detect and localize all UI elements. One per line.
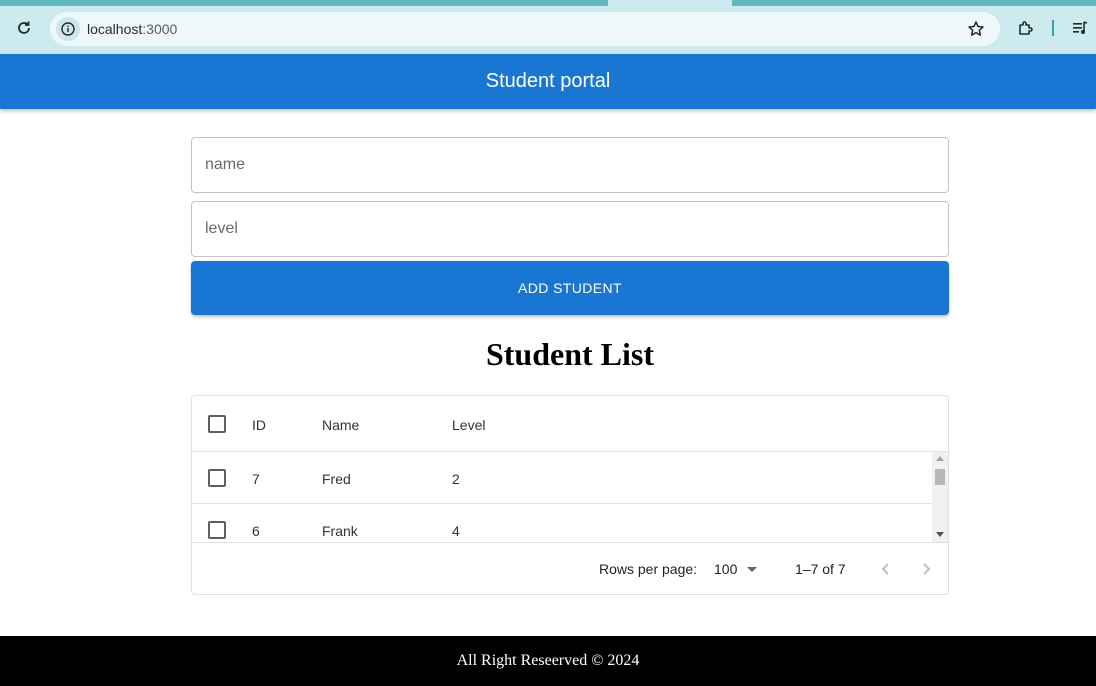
rows-per-page-label: Rows per page: bbox=[599, 561, 698, 577]
active-tab[interactable] bbox=[608, 0, 732, 6]
star-icon[interactable] bbox=[966, 19, 986, 39]
table-row[interactable]: 6 Frank 4 bbox=[192, 504, 932, 542]
level-field[interactable] bbox=[191, 201, 949, 257]
copyright-text: All Right Reseerved © 2024 bbox=[456, 652, 640, 669]
media-control-icon[interactable] bbox=[1070, 18, 1090, 38]
app-bar: Student portal bbox=[0, 54, 1096, 109]
grid-scrollbar[interactable] bbox=[932, 452, 948, 542]
student-list-title: Student List bbox=[485, 336, 655, 372]
row-level: 4 bbox=[452, 523, 460, 539]
scroll-down-arrow-icon[interactable] bbox=[936, 532, 944, 537]
name-input[interactable] bbox=[192, 138, 948, 192]
table-row[interactable]: 7 Fred 2 bbox=[192, 452, 932, 504]
chevron-right-icon bbox=[923, 563, 931, 575]
tab-strip bbox=[0, 0, 1096, 6]
grid-header-row: ID Name Level bbox=[192, 396, 948, 452]
student-data-grid: ID Name Level 7 Fred 2 6 Frank 4 Rows pe… bbox=[191, 395, 949, 595]
column-header-name[interactable]: Name bbox=[322, 417, 359, 433]
row-id: 7 bbox=[252, 471, 260, 487]
puzzle-icon[interactable] bbox=[1016, 18, 1036, 38]
chevron-down-icon[interactable] bbox=[747, 567, 757, 572]
add-student-button[interactable]: ADD STUDENT bbox=[191, 261, 949, 315]
column-header-id[interactable]: ID bbox=[252, 417, 266, 433]
address-bar[interactable]: localhost:3000 bbox=[50, 12, 1000, 46]
next-page-button[interactable] bbox=[914, 557, 938, 581]
scrollbar-thumb[interactable] bbox=[935, 469, 945, 485]
row-checkbox[interactable] bbox=[208, 469, 226, 487]
chevron-left-icon bbox=[881, 563, 889, 575]
page-footer: All Right Reseerved © 2024 bbox=[0, 636, 1096, 686]
url-text[interactable]: localhost:3000 bbox=[87, 21, 177, 37]
row-checkbox[interactable] bbox=[208, 521, 226, 539]
info-icon[interactable] bbox=[56, 17, 80, 41]
row-name: Frank bbox=[322, 523, 358, 539]
url-host: localhost bbox=[87, 21, 143, 37]
row-name: Fred bbox=[322, 471, 351, 487]
pagination-range: 1–7 of 7 bbox=[795, 561, 846, 577]
reload-icon[interactable] bbox=[14, 18, 34, 38]
row-id: 6 bbox=[252, 523, 260, 539]
toolbar-divider bbox=[1052, 20, 1054, 36]
url-port: :3000 bbox=[142, 21, 178, 37]
level-input[interactable] bbox=[192, 202, 948, 256]
grid-pagination: Rows per page: 100 1–7 of 7 bbox=[192, 542, 948, 594]
previous-page-button[interactable] bbox=[874, 557, 898, 581]
select-all-checkbox[interactable] bbox=[208, 415, 226, 433]
browser-chrome: localhost:3000 bbox=[0, 0, 1096, 54]
app-title: Student portal bbox=[485, 70, 611, 92]
name-field[interactable] bbox=[191, 137, 949, 193]
rows-per-page-select[interactable]: 100 bbox=[714, 561, 737, 577]
scroll-up-arrow-icon[interactable] bbox=[936, 456, 944, 461]
column-header-level[interactable]: Level bbox=[452, 417, 485, 433]
row-level: 2 bbox=[452, 471, 460, 487]
grid-body[interactable]: 7 Fred 2 6 Frank 4 bbox=[192, 452, 948, 542]
